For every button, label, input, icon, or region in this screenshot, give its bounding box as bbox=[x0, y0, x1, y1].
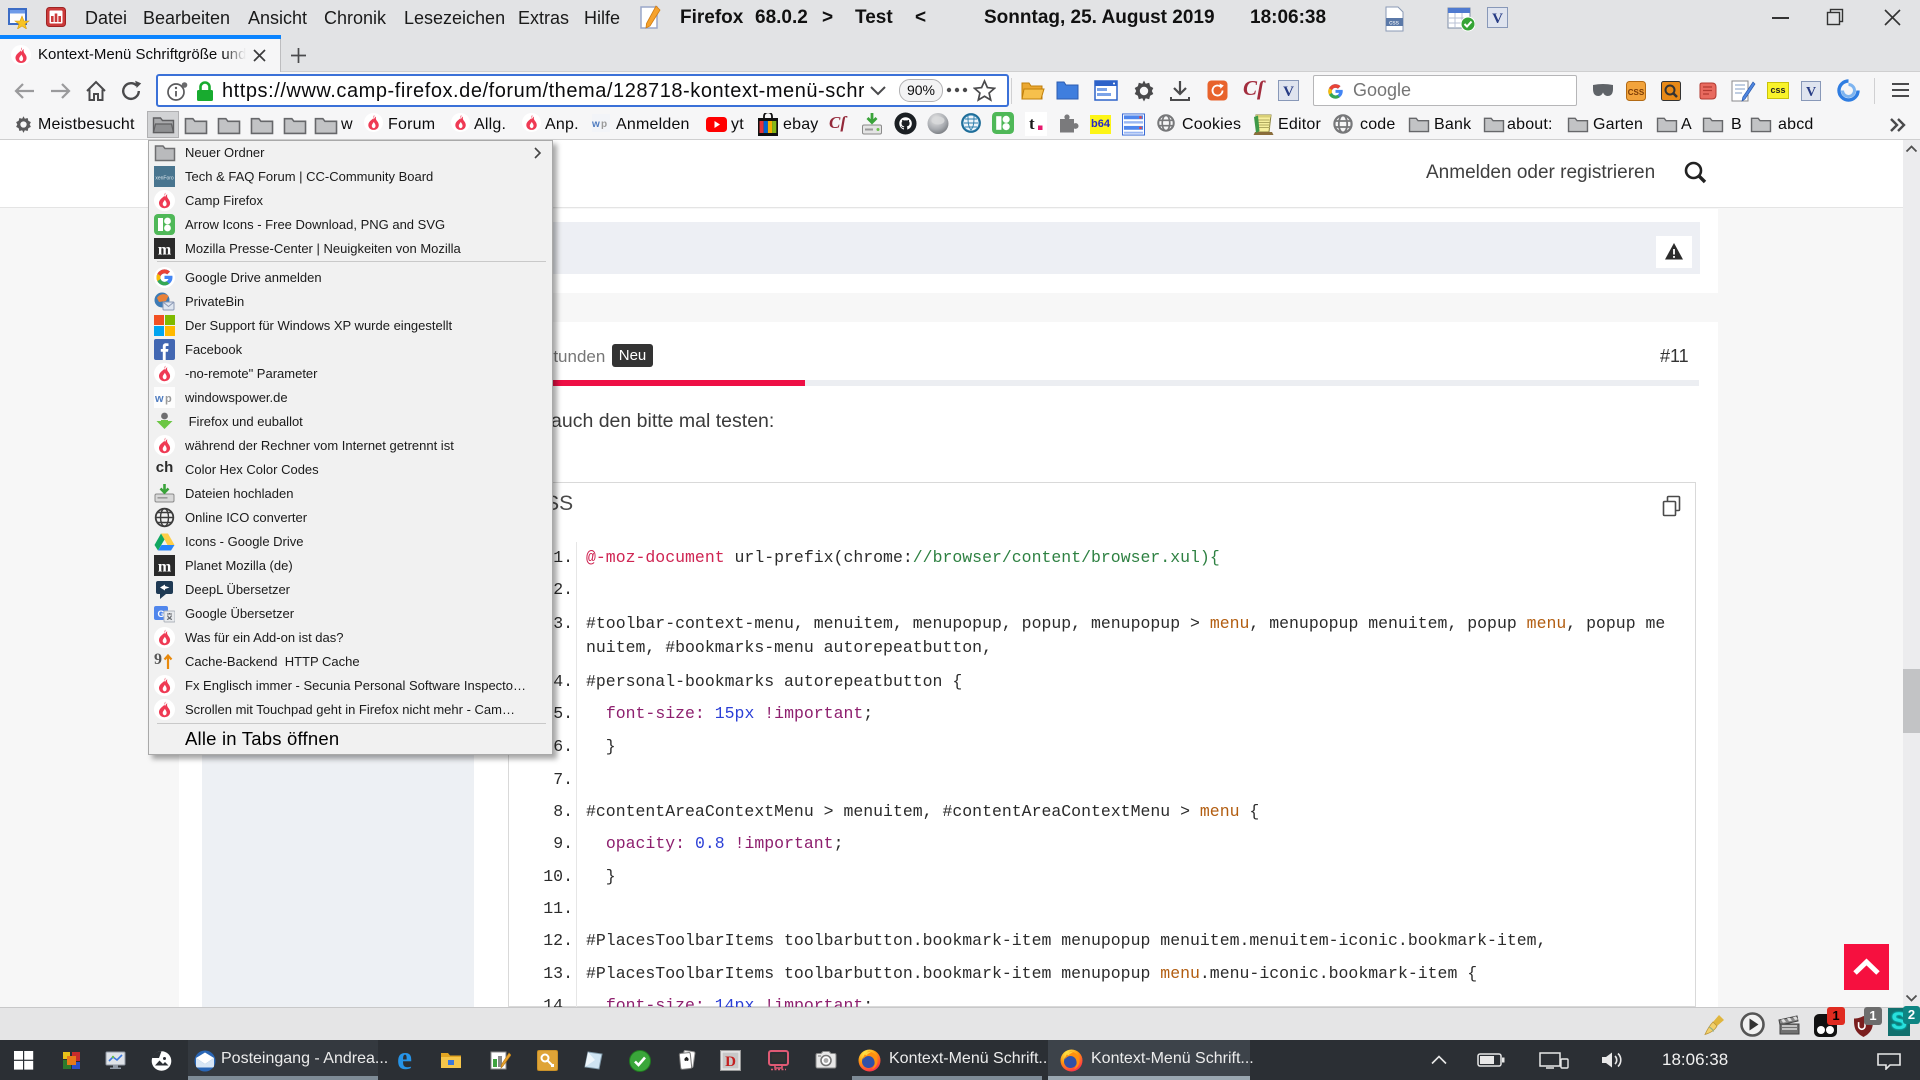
svg-text:V: V bbox=[1806, 85, 1816, 100]
svg-text:w: w bbox=[154, 393, 164, 405]
svg-text:p: p bbox=[165, 393, 172, 405]
svg-text:V: V bbox=[1283, 84, 1294, 100]
svg-text:p: p bbox=[601, 119, 607, 130]
svg-text:xenForo: xenForo bbox=[155, 176, 174, 182]
svg-text:D: D bbox=[725, 1054, 736, 1070]
svg-text:t: t bbox=[1029, 114, 1035, 133]
svg-text:m: m bbox=[158, 242, 172, 259]
svg-text:G: G bbox=[157, 609, 164, 619]
svg-text:css: css bbox=[1389, 20, 1400, 27]
svg-text:CSS: CSS bbox=[1628, 88, 1645, 97]
svg-text:V: V bbox=[1492, 11, 1503, 27]
svg-text:m: m bbox=[158, 559, 172, 576]
svg-text:w: w bbox=[592, 119, 600, 130]
